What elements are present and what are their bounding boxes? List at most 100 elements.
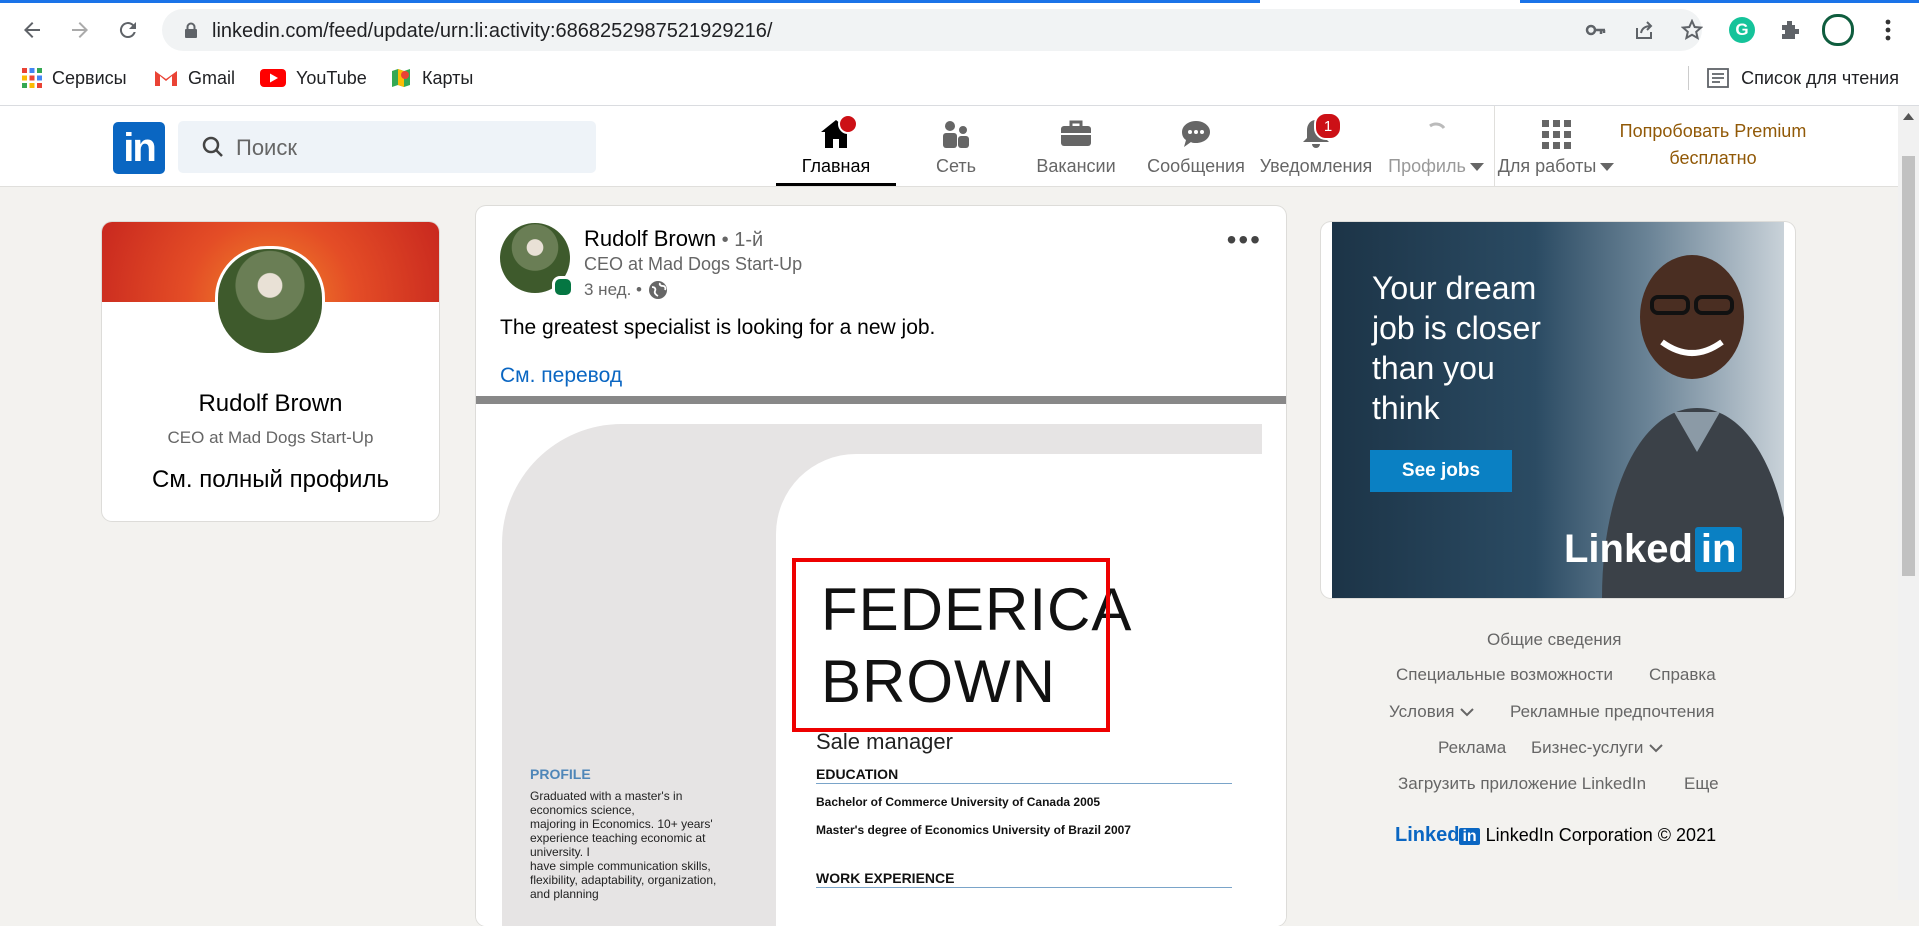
star-icon[interactable] (1680, 18, 1704, 42)
bookmark-youtube[interactable]: YouTube (260, 60, 367, 96)
address-bar[interactable]: linkedin.com/feed/update/urn:li:activity… (162, 9, 1704, 51)
resume-profile-line: have simple communication skills, (530, 859, 711, 873)
nav-work[interactable]: Для работы (1496, 106, 1616, 186)
footer-link-label: Бизнес-услуги (1531, 738, 1644, 757)
browser-chrome: linkedin.com/feed/update/urn:li:activity… (0, 0, 1919, 106)
resume-profile-line: majoring in Economics. 10+ years' (530, 817, 713, 831)
menu-kebab-icon[interactable] (1872, 14, 1904, 46)
ad-card: Your dream job is closer than you think … (1321, 222, 1795, 598)
nav-messages[interactable]: Сообщения (1136, 106, 1256, 186)
divider (816, 887, 1232, 888)
ad-linkedin-logo: Linked in (1564, 527, 1743, 572)
ad-banner[interactable]: Your dream job is closer than you think … (1332, 222, 1784, 598)
post-image[interactable]: FEDERICA BROWN Sale manager EDUCATION Ba… (476, 404, 1286, 926)
reload-icon[interactable] (110, 12, 146, 48)
nav-home[interactable]: Главная (776, 106, 896, 186)
gmail-icon (155, 71, 177, 86)
resume-profile-line: economics science, (530, 803, 635, 817)
footer-link-about[interactable]: Общие сведения (1487, 630, 1622, 650)
scrollbar[interactable] (1898, 106, 1919, 900)
messages-icon (1178, 116, 1214, 152)
nav-notifications[interactable]: 1 Уведомления (1256, 106, 1376, 186)
youtube-icon (260, 69, 286, 87)
nav-jobs[interactable]: Вакансии (1016, 106, 1136, 186)
bell-icon: 1 (1298, 112, 1342, 152)
divider (816, 783, 1232, 784)
loading-bar (0, 0, 1260, 3)
bookmarks-bar: Сервисы Gmail YouTube Карты (0, 60, 1919, 96)
ad-headline: Your dream job is closer than you think (1372, 268, 1541, 428)
logo-word: Linked (1395, 824, 1460, 846)
search-placeholder: Поиск (236, 135, 297, 160)
globe-icon (648, 281, 667, 299)
profile-name[interactable]: Rudolf Brown (102, 390, 439, 418)
resume-profile-line: Graduated with a master's in (530, 789, 683, 803)
footer-link-business[interactable]: Бизнес-услуги (1531, 738, 1664, 758)
resume-education-item: Bachelor of Commerce University of Canad… (816, 795, 1101, 809)
footer-link-accessibility[interactable]: Специальные возможности (1396, 665, 1613, 685)
premium-line: бесплатно (1669, 148, 1757, 168)
logo-word: Linked (1564, 527, 1693, 571)
loading-bar-secondary (1520, 0, 1919, 3)
reading-list[interactable]: Список для чтения (1688, 60, 1899, 96)
reading-list-label: Список для чтения (1741, 67, 1899, 88)
post-card: Rudolf Brown • 1-й CEO at Mad Dogs Start… (476, 206, 1286, 926)
nav-label-text: Для работы (1497, 156, 1597, 176)
resume-profile-line: university. I (530, 845, 590, 859)
connection-degree: • 1-й (716, 229, 764, 251)
key-icon[interactable] (1584, 18, 1608, 42)
author-name[interactable]: Rudolf Brown (584, 226, 716, 251)
search-icon (202, 136, 223, 157)
ad-headline-line: think (1372, 390, 1440, 426)
chevron-down-icon (1649, 744, 1663, 753)
scroll-up-icon[interactable] (1903, 112, 1914, 120)
more-options-icon[interactable]: ••• (1227, 224, 1262, 256)
divider (1494, 106, 1495, 186)
bookmark-gmail[interactable]: Gmail (154, 60, 235, 96)
resume-profile-line: experience teaching economic at (530, 831, 706, 845)
forward-icon[interactable] (62, 12, 98, 48)
footer-link-app[interactable]: Загрузить приложение LinkedIn (1398, 774, 1646, 794)
see-translation-link[interactable]: См. перевод (500, 364, 622, 388)
profile-headline: CEO at Mad Dogs Start-Up (167, 428, 374, 447)
share-icon[interactable] (1632, 18, 1656, 42)
ad-headline-line: Your dream (1372, 270, 1537, 306)
nav-network[interactable]: Сеть (896, 106, 1016, 186)
premium-line: Попробовать Premium (1619, 121, 1807, 141)
bookmark-maps[interactable]: Карты (390, 60, 473, 96)
footer-link-help[interactable]: Справка (1649, 665, 1716, 685)
footer-link-more[interactable]: Еще (1684, 774, 1719, 794)
nav-profile[interactable]: Профиль (1376, 106, 1496, 186)
footer-link-advertising[interactable]: Реклама (1438, 738, 1506, 758)
bookmark-services[interactable]: Сервисы (22, 60, 127, 96)
reading-list-icon (1707, 68, 1730, 88)
scrollbar-thumb[interactable] (1902, 156, 1915, 576)
grammarly-icon[interactable]: G (1726, 14, 1758, 46)
footer-link-label: Условия (1389, 702, 1455, 721)
resume-profile-line: flexibility, adaptability, organization, (530, 873, 717, 887)
search-input[interactable]: Поиск (178, 121, 596, 173)
see-jobs-button[interactable]: See jobs (1370, 450, 1512, 492)
extensions-icon[interactable] (1774, 14, 1806, 46)
premium-link[interactable]: Попробовать Premium бесплатно (1608, 118, 1818, 172)
network-icon (938, 116, 974, 152)
profile-avatar-icon[interactable] (1822, 14, 1854, 46)
notification-badge: 1 (1314, 112, 1342, 140)
footer-link-terms[interactable]: Условия (1389, 702, 1475, 722)
resume-profile-line: and planning (530, 887, 599, 901)
bookmark-label: Gmail (188, 67, 236, 88)
nav-label: Вакансии (1036, 156, 1116, 176)
chevron-down-icon (1460, 708, 1474, 717)
home-icon (818, 114, 858, 152)
profile-icon (1418, 116, 1454, 152)
post-time-text: 3 нед. • (584, 280, 642, 299)
footer-link-ad-preferences[interactable]: Рекламные предпочтения (1510, 702, 1714, 722)
back-icon[interactable] (14, 12, 50, 48)
linkedin-logo-icon[interactable]: in (113, 122, 165, 174)
avatar[interactable] (215, 246, 325, 356)
view-full-profile-link[interactable]: См. полный профиль (102, 466, 439, 494)
maps-icon (392, 69, 410, 87)
divider (476, 396, 1286, 404)
lock-icon (185, 22, 197, 38)
post-author[interactable]: Rudolf Brown • 1-й (584, 226, 763, 252)
